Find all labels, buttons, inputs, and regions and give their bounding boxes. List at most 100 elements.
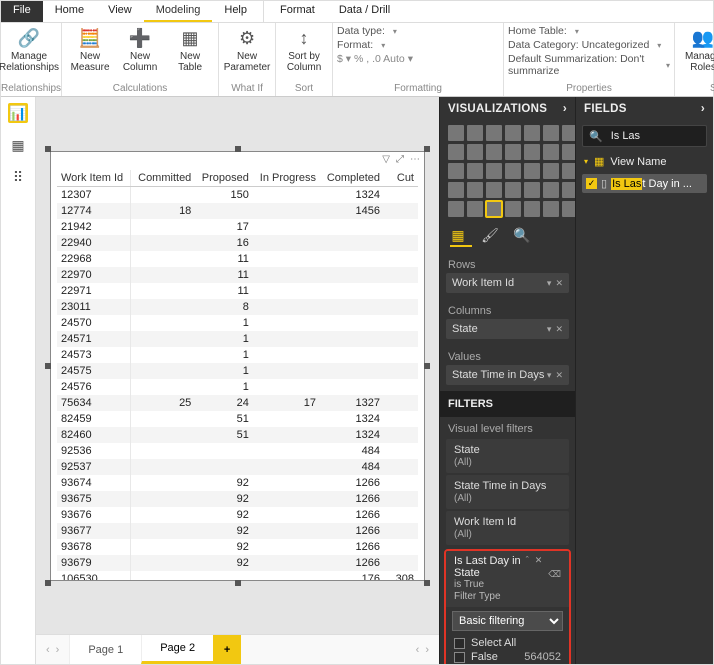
- table-row[interactable]: 2294016: [57, 235, 418, 251]
- col-header[interactable]: Completed: [320, 170, 384, 187]
- viz-type-13[interactable]: [562, 144, 575, 160]
- col-header[interactable]: Committed: [131, 170, 195, 187]
- viz-type-23[interactable]: [486, 182, 502, 198]
- ribbon-manage-relationships[interactable]: 🔗ManageRelationships: [5, 25, 53, 79]
- table-row[interactable]: 245701: [57, 315, 418, 331]
- table-row[interactable]: 230118: [57, 299, 418, 315]
- viz-type-19[interactable]: [543, 163, 559, 179]
- nav-model[interactable]: ⠿: [8, 167, 28, 187]
- analytics-tab-icon[interactable]: 🔍: [514, 227, 530, 243]
- visual-focus-icon[interactable]: ⤢: [396, 154, 404, 165]
- data-category-dropdown[interactable]: Data Category: Uncategorized▾: [508, 39, 670, 51]
- rows-well[interactable]: Work Item Id▾✕: [446, 273, 569, 293]
- filter-state-time-in-days[interactable]: State Time in Days(All): [446, 475, 569, 509]
- fields-search[interactable]: 🔍: [582, 125, 707, 147]
- table-row[interactable]: 93678921266: [57, 539, 418, 555]
- viz-type-25[interactable]: [524, 182, 540, 198]
- menu-format[interactable]: Format: [268, 1, 327, 22]
- viz-type-10[interactable]: [505, 144, 521, 160]
- table-row[interactable]: 82460511324: [57, 427, 418, 443]
- viz-type-24[interactable]: [505, 182, 521, 198]
- nav-data[interactable]: ▦: [8, 135, 28, 155]
- table-row[interactable]: 93675921266: [57, 491, 418, 507]
- table-row[interactable]: 245711: [57, 331, 418, 347]
- filter-option-select-all[interactable]: Select All: [454, 637, 561, 649]
- page-next-icon[interactable]: ›: [56, 644, 60, 656]
- table-row[interactable]: 2297011: [57, 267, 418, 283]
- viz-collapse-icon[interactable]: ›: [563, 103, 567, 115]
- nav-report[interactable]: 📊: [8, 103, 28, 123]
- col-header[interactable]: Work Item Id: [57, 170, 131, 187]
- table-row[interactable]: 2296811: [57, 251, 418, 267]
- filter-work-item-id[interactable]: Work Item Id(All): [446, 511, 569, 545]
- viz-type-29[interactable]: [467, 201, 483, 217]
- filter-erase-icon[interactable]: ⌫: [548, 569, 561, 580]
- viz-type-27[interactable]: [562, 182, 575, 198]
- col-header[interactable]: Proposed: [195, 170, 253, 187]
- col-header[interactable]: Cut: [384, 170, 418, 187]
- filter-state[interactable]: State(All): [446, 439, 569, 473]
- viz-type-3[interactable]: [505, 125, 521, 141]
- viz-type-28[interactable]: [448, 201, 464, 217]
- viz-type-2[interactable]: [486, 125, 502, 141]
- viz-type-20[interactable]: [562, 163, 575, 179]
- table-row[interactable]: 92536484: [57, 443, 418, 459]
- ribbon-sort-by-column[interactable]: ↕Sort byColumn: [280, 25, 328, 79]
- page-prev-icon[interactable]: ‹: [46, 644, 50, 656]
- ribbon-new-measure[interactable]: 🧮NewMeasure: [66, 25, 114, 79]
- menu-home[interactable]: Home: [43, 1, 96, 22]
- values-well[interactable]: State Time in Days▾✕: [446, 365, 569, 385]
- viz-type-1[interactable]: [467, 125, 483, 141]
- matrix-visual[interactable]: ▽ ⤢ ⋯ Work Item IdCommittedProposedIn Pr…: [50, 151, 425, 581]
- viz-type-8[interactable]: [467, 144, 483, 160]
- home-table-dropdown[interactable]: Home Table:▾: [508, 25, 670, 37]
- table-row[interactable]: 106530176308: [57, 571, 418, 580]
- visual-filter-icon[interactable]: ▽: [382, 154, 390, 165]
- viz-type-15[interactable]: [467, 163, 483, 179]
- table-row[interactable]: 93679921266: [57, 555, 418, 571]
- columns-well[interactable]: State▾✕: [446, 319, 569, 339]
- ribbon-new-table[interactable]: ▦NewTable: [166, 25, 214, 79]
- table-row[interactable]: 2194217: [57, 219, 418, 235]
- viz-type-5[interactable]: [543, 125, 559, 141]
- filter-option-false[interactable]: False564052: [454, 651, 561, 663]
- add-page-button[interactable]: +: [213, 635, 241, 664]
- table-row[interactable]: 93677921266: [57, 523, 418, 539]
- viz-type-7[interactable]: [448, 144, 464, 160]
- viz-type-34[interactable]: [562, 201, 575, 217]
- table-row[interactable]: 93674921266: [57, 475, 418, 491]
- ribbon-manage-roles[interactable]: 👥ManageRoles: [679, 25, 714, 79]
- viz-type-18[interactable]: [524, 163, 540, 179]
- format-dropdown[interactable]: Format:▾: [337, 39, 499, 51]
- menu-modeling[interactable]: Modeling: [144, 1, 213, 22]
- fields-collapse-icon[interactable]: ›: [701, 103, 705, 115]
- filter-type-select[interactable]: Basic filtering: [452, 611, 563, 631]
- ribbon-new-column[interactable]: ➕NewColumn: [116, 25, 164, 79]
- col-header[interactable]: In Progress: [253, 170, 320, 187]
- viz-type-11[interactable]: [524, 144, 540, 160]
- data-type-dropdown[interactable]: Data type:▾: [337, 25, 499, 37]
- viz-type-33[interactable]: [543, 201, 559, 217]
- table-row[interactable]: 93676921266: [57, 507, 418, 523]
- menu-file[interactable]: File: [1, 1, 43, 22]
- table-row[interactable]: 82459511324: [57, 411, 418, 427]
- filter-is-last-day-in-state[interactable]: Is Last Day in State is True Filter Type…: [444, 549, 571, 664]
- viz-type-22[interactable]: [467, 182, 483, 198]
- visualizations-gallery[interactable]: [440, 121, 575, 221]
- table-row[interactable]: 245731: [57, 347, 418, 363]
- viz-type-17[interactable]: [505, 163, 521, 179]
- viz-type-12[interactable]: [543, 144, 559, 160]
- visual-more-icon[interactable]: ⋯: [410, 154, 420, 165]
- ribbon-new-parameter[interactable]: ⚙NewParameter: [223, 25, 271, 79]
- viz-type-16[interactable]: [486, 163, 502, 179]
- viz-type-9[interactable]: [486, 144, 502, 160]
- viz-type-4[interactable]: [524, 125, 540, 141]
- field-is-last-day-in-state[interactable]: ✓ ▯ Is Last Day in ...: [582, 174, 707, 193]
- fields-tab-icon[interactable]: ▦: [450, 227, 466, 243]
- default-summarization-dropdown[interactable]: Default Summarization: Don't summarize▾: [508, 53, 670, 77]
- menu-data-drill[interactable]: Data / Drill: [327, 1, 402, 22]
- table-row[interactable]: 245751: [57, 363, 418, 379]
- table-row[interactable]: 12774181456: [57, 203, 418, 219]
- page-tab-page-1[interactable]: Page 1: [69, 635, 141, 664]
- viz-type-0[interactable]: [448, 125, 464, 141]
